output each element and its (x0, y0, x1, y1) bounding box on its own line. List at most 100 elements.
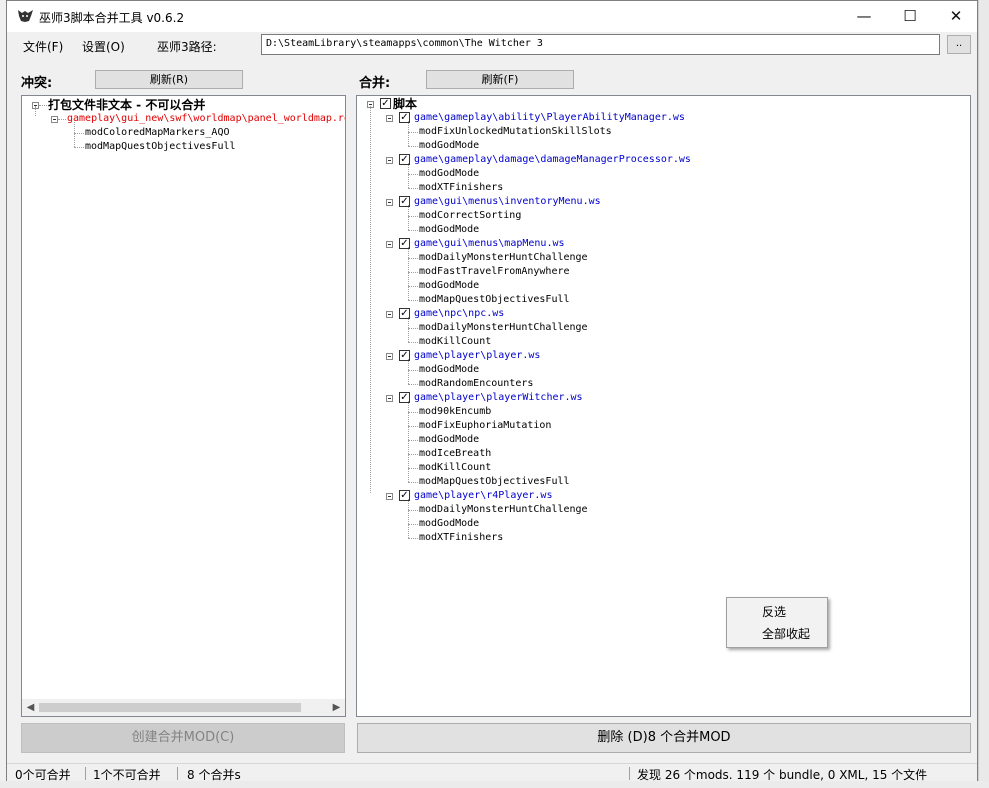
tree-connector (35, 106, 36, 116)
collapse-file-icon[interactable] (386, 493, 393, 500)
merge-mod-item[interactable]: modGodMode (419, 279, 479, 293)
merge-mod-item[interactable]: modDailyMonsterHuntChallenge (419, 251, 588, 265)
scroll-left-icon[interactable]: ◀ (22, 700, 39, 715)
tree-connector (408, 317, 409, 342)
merge-root-label[interactable]: 脚本 (393, 97, 417, 111)
merge-file-label[interactable]: game\player\player.ws (414, 349, 540, 363)
tree-connector (408, 468, 418, 469)
merge-mod-item[interactable]: modGodMode (419, 167, 479, 181)
witcher-path-input[interactable]: D:\SteamLibrary\steamapps\common\The Wit… (261, 34, 940, 55)
merge-mod-item[interactable]: modDailyMonsterHuntChallenge (419, 503, 588, 517)
merge-mod-item[interactable]: modGodMode (419, 223, 479, 237)
tree-connector (74, 147, 84, 148)
merge-mod-item[interactable]: modGodMode (419, 139, 479, 153)
root-checkbox[interactable]: ✓ (380, 98, 391, 109)
horizontal-scrollbar[interactable]: ◀ ▶ (22, 699, 345, 716)
merge-mod-item[interactable]: modRandomEncounters (419, 377, 533, 391)
scrollbar-thumb[interactable] (39, 703, 301, 712)
merge-file-label[interactable]: game\npc\npc.ws (414, 307, 504, 321)
merge-mod-item[interactable]: modMapQuestObjectivesFull (419, 293, 570, 307)
merge-file-label[interactable]: game\gui\menus\inventoryMenu.ws (414, 195, 601, 209)
tree-connector (408, 359, 409, 384)
merge-mod-item[interactable]: modFixEuphoriaMutation (419, 419, 551, 433)
merge-tree[interactable]: ✓ 脚本 ✓ game\gameplay\ability\PlayerAbilityM… (356, 95, 971, 717)
tree-connector (408, 132, 418, 133)
context-menu: 反选 全部收起 (726, 597, 828, 648)
merge-mod-item[interactable]: modGodMode (419, 517, 479, 531)
collapse-file-icon[interactable] (386, 157, 393, 164)
conflict-mod-item[interactable]: modColoredMapMarkers_AQO (85, 126, 230, 140)
conflict-root-label[interactable]: 打包文件非文本 - 不可以合并 (48, 98, 205, 112)
merge-mod-item[interactable]: modFastTravelFromAnywhere (419, 265, 570, 279)
menu-settings[interactable]: 设置(O) (82, 38, 125, 55)
collapse-file-icon[interactable] (51, 116, 58, 123)
collapse-file-icon[interactable] (386, 311, 393, 318)
tree-connector (408, 412, 418, 413)
merge-mod-item[interactable]: modMapQuestObjectivesFull (419, 475, 570, 489)
collapse-file-icon[interactable] (386, 241, 393, 248)
merge-mod-item[interactable]: modGodMode (419, 433, 479, 447)
status-bar: 0个可合并 1个不可合并 8 个合并s 发现 26 个mods. 119 个 b… (7, 763, 977, 782)
merge-mod-item[interactable]: modXTFinishers (419, 531, 503, 545)
tree-connector (408, 401, 409, 482)
merge-mod-item[interactable]: modGodMode (419, 363, 479, 377)
tree-connector (408, 524, 418, 525)
context-invert-selection[interactable]: 反选 (762, 603, 786, 620)
tree-connector (408, 300, 418, 301)
merge-mod-item[interactable]: modFixUnlockedMutationSkillSlots (419, 125, 612, 139)
merge-mod-item[interactable]: mod90kEncumb (419, 405, 491, 419)
merge-file-label[interactable]: game\player\playerWitcher.ws (414, 391, 583, 405)
browse-path-button[interactable]: .. (947, 35, 971, 54)
wolf-logo-icon (18, 10, 33, 22)
taskbar-edge (0, 781, 989, 788)
merge-mod-item[interactable]: modCorrectSorting (419, 209, 521, 223)
merge-file-label[interactable]: game\gameplay\ability\PlayerAbilityManag… (414, 111, 685, 125)
merge-mod-item[interactable]: modDailyMonsterHuntChallenge (419, 321, 588, 335)
context-collapse-all[interactable]: 全部收起 (762, 625, 810, 642)
tree-connector (408, 205, 409, 230)
tree-connector (408, 426, 418, 427)
merge-file-label[interactable]: game\gameplay\damage\damageManagerProces… (414, 153, 691, 167)
merge-file-label[interactable]: game\gui\menus\mapMenu.ws (414, 237, 565, 251)
refresh-conflicts-button[interactable]: 刷新(R) (95, 70, 243, 89)
tree-connector (408, 272, 418, 273)
minimize-button[interactable]: — (841, 1, 887, 32)
merge-mod-item[interactable]: modKillCount (419, 461, 491, 475)
background-window-edge (978, 0, 989, 788)
delete-merged-mods-button[interactable]: 删除 (D)8 个合并MOD (357, 723, 971, 753)
tree-connector (408, 454, 418, 455)
collapse-file-icon[interactable] (386, 353, 393, 360)
close-button[interactable]: ✕ (933, 1, 979, 32)
tree-connector (408, 121, 409, 146)
tree-connector (408, 174, 418, 175)
tree-connector (408, 499, 409, 538)
collapse-file-icon[interactable] (386, 395, 393, 402)
merge-file-label[interactable]: game\player\r4Player.ws (414, 489, 552, 503)
scroll-right-icon[interactable]: ▶ (328, 700, 345, 715)
tree-connector (408, 247, 409, 300)
refresh-merge-button[interactable]: 刷新(F) (426, 70, 574, 89)
status-separator (177, 767, 178, 780)
tree-connector (408, 482, 418, 483)
merge-mod-item[interactable]: modKillCount (419, 335, 491, 349)
title-bar: 巫师3脚本合并工具 v0.6.2 — ☐ ✕ (7, 1, 977, 32)
collapse-file-icon[interactable] (386, 199, 393, 206)
menu-file[interactable]: 文件(F) (23, 38, 63, 55)
create-merge-mod-button[interactable]: 创建合并MOD(C) (21, 723, 345, 753)
collapse-file-icon[interactable] (386, 115, 393, 122)
tree-connector (408, 188, 418, 189)
status-separator (85, 767, 86, 780)
merge-mod-item[interactable]: modXTFinishers (419, 181, 503, 195)
tree-connector (408, 216, 418, 217)
conflicts-tree[interactable]: ◀ ▶ 打包文件非文本 - 不可以合并 gameplay\gui_new\swf\… (21, 95, 346, 717)
window-title: 巫师3脚本合并工具 v0.6.2 (39, 11, 185, 25)
maximize-button[interactable]: ☐ (887, 1, 933, 32)
status-separator (629, 767, 630, 780)
tree-connector (74, 133, 84, 134)
conflicts-label: 冲突: (21, 76, 53, 91)
tree-connector (408, 328, 418, 329)
tree-connector (408, 258, 418, 259)
conflict-file-label[interactable]: gameplay\gui_new\swf\worldmap\panel_worl… (67, 112, 345, 126)
merge-mod-item[interactable]: modIceBreath (419, 447, 491, 461)
conflict-mod-item[interactable]: modMapQuestObjectivesFull (85, 140, 236, 154)
